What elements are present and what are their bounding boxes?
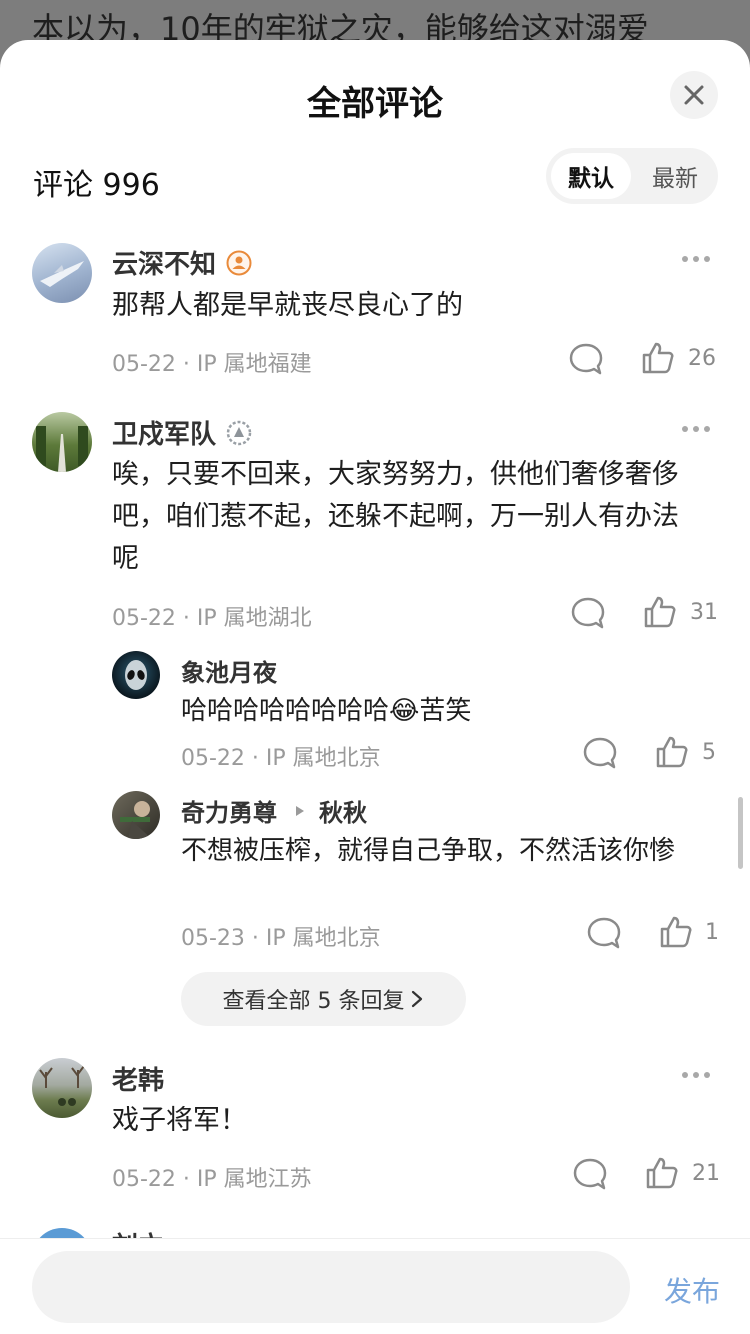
like-button[interactable] [644, 1155, 680, 1191]
reply-meta: 05-23 · IP 属地北京 [181, 926, 381, 951]
reply-text: 哈哈哈哈哈哈哈哈😂苦笑 [181, 696, 472, 726]
like-count: 1 [705, 920, 719, 945]
like-count: 5 [702, 740, 716, 765]
author-name: 老韩 [112, 1066, 165, 1096]
comment-author[interactable]: 云深不知 [112, 244, 252, 281]
reply-button[interactable] [586, 915, 622, 951]
reply-button[interactable] [568, 341, 604, 377]
reply-author[interactable]: 奇力勇尊 秋秋 [181, 793, 367, 828]
comment-icon [583, 737, 617, 769]
reply-button[interactable] [572, 1156, 608, 1192]
thumbs-up-icon [660, 916, 692, 948]
author-name: 卫戍军队 [112, 420, 217, 450]
comment-input[interactable] [32, 1251, 630, 1323]
comment-icon [569, 343, 603, 375]
view-all-label: 查看全部 5 条回复 [222, 989, 405, 1014]
comment-text: 唉，只要不回来，大家努努力，供他们奢侈奢侈吧，咱们惹不起，还躲不起啊，万一别人有… [112, 459, 679, 574]
author-name: 云深不知 [112, 250, 217, 280]
author-name: 奇力勇尊 [181, 799, 277, 827]
close-icon [684, 85, 704, 105]
reply-button[interactable] [582, 735, 618, 771]
sort-default-button[interactable]: 默认 [551, 153, 631, 199]
send-button[interactable]: 发布 [664, 1270, 720, 1310]
avatar[interactable] [112, 791, 160, 839]
reply-text: 不想被压榨，就得自己争取，不然活该你惨 [181, 836, 676, 866]
comment-meta: 05-22 · IP 属地福建 [112, 352, 312, 377]
like-count: 21 [692, 1161, 720, 1186]
comment-text: 戏子将军！ [112, 1105, 247, 1136]
avatar[interactable] [112, 651, 160, 699]
sort-toggle: 默认 最新 [546, 148, 718, 204]
reply-author[interactable]: 象池月夜 [181, 653, 277, 688]
more-options-button[interactable] [682, 1072, 710, 1078]
like-button[interactable] [654, 734, 690, 770]
avatar[interactable] [32, 1058, 92, 1118]
comments-sheet: 全部评论 评论 996 默认 最新 云深不知 那帮人都是早就丧尽良心了的 05-… [0, 40, 750, 1334]
comment-meta: 05-22 · IP 属地湖北 [112, 606, 312, 631]
thumbs-up-icon [644, 596, 676, 628]
sort-latest-button[interactable]: 最新 [636, 153, 714, 199]
reply-to-name[interactable]: 秋秋 [319, 793, 367, 828]
view-all-replies-button[interactable]: 查看全部 5 条回复 [181, 972, 466, 1026]
author-name: 象池月夜 [181, 659, 277, 687]
like-button[interactable] [642, 594, 678, 630]
badge-icon [226, 250, 252, 276]
like-count: 26 [688, 346, 716, 371]
comment-icon [573, 1158, 607, 1190]
comment-icon [571, 597, 605, 629]
avatar[interactable] [32, 243, 92, 303]
close-button[interactable] [670, 71, 718, 119]
reply-meta: 05-22 · IP 属地北京 [181, 746, 381, 771]
badge-icon [226, 420, 252, 446]
reply-arrow-icon [295, 805, 305, 817]
comment-text: 那帮人都是早就丧尽良心了的 [112, 290, 463, 321]
chevron-right-icon [412, 990, 423, 1008]
scrollbar[interactable] [738, 797, 743, 869]
thumbs-up-icon [646, 1157, 678, 1189]
more-options-button[interactable] [682, 426, 710, 432]
comment-author[interactable]: 老韩 [112, 1060, 164, 1097]
like-button[interactable] [658, 914, 694, 950]
more-options-button[interactable] [682, 256, 710, 262]
thumbs-up-icon [656, 736, 688, 768]
comment-meta: 05-22 · IP 属地江苏 [112, 1167, 312, 1192]
like-count: 31 [690, 600, 718, 625]
comment-composer: 发布 [0, 1238, 750, 1334]
comment-icon [587, 917, 621, 949]
comment-author[interactable]: 卫戍军队 [112, 414, 252, 451]
comment-count: 评论 996 [33, 168, 160, 203]
reply-button[interactable] [570, 595, 606, 631]
thumbs-up-icon [642, 342, 674, 374]
avatar[interactable] [32, 412, 92, 472]
like-button[interactable] [640, 340, 676, 376]
sheet-title: 全部评论 [307, 84, 443, 124]
